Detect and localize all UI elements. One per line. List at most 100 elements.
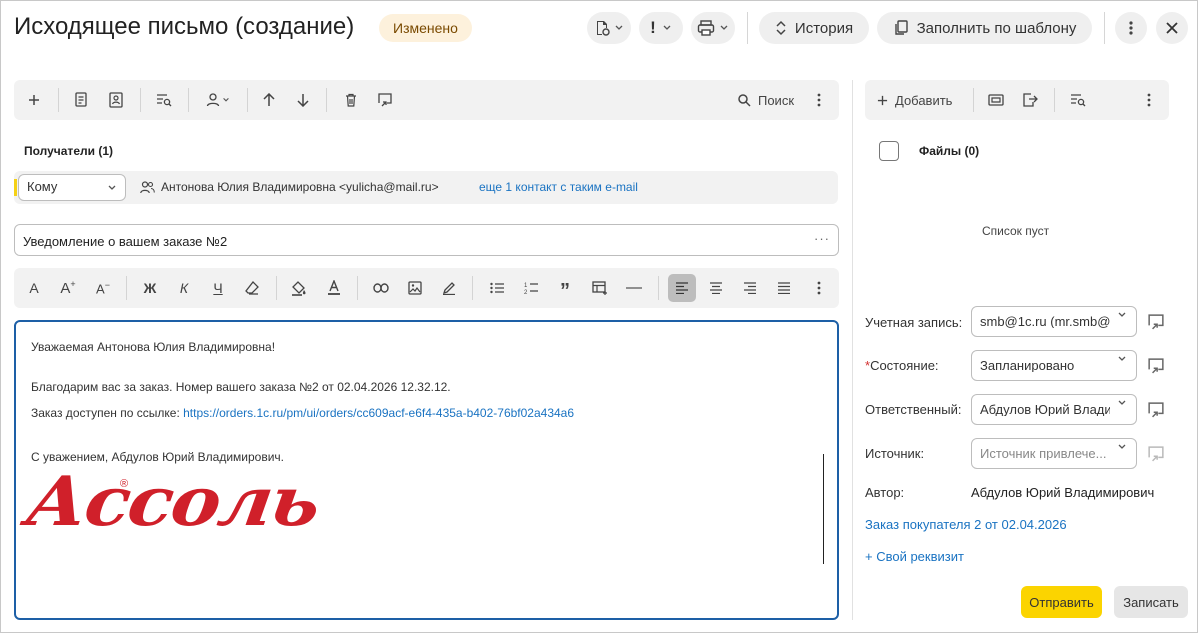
- text-caret: [823, 454, 824, 564]
- state-select[interactable]: Запланировано: [971, 350, 1137, 381]
- toolbar-divider: [126, 276, 127, 300]
- insert-table-button[interactable]: [590, 268, 610, 308]
- format-more-button[interactable]: [809, 268, 829, 308]
- add-button[interactable]: [24, 80, 44, 120]
- text-color-button[interactable]: [324, 268, 344, 308]
- open-external-icon: [378, 93, 392, 107]
- search-list-button[interactable]: [154, 80, 174, 120]
- insert-image-button[interactable]: [405, 268, 425, 308]
- quote-button[interactable]: ”: [555, 268, 575, 308]
- align-center-button[interactable]: [706, 268, 726, 308]
- chevron-down-icon: [615, 25, 623, 30]
- source-select[interactable]: Источник привлече...: [971, 438, 1137, 469]
- contact-card-button[interactable]: [106, 80, 126, 120]
- print-button[interactable]: [691, 12, 735, 44]
- order-url-link[interactable]: https://orders.1c.ru/pm/ui/orders/cc609a…: [183, 406, 574, 420]
- clear-format-button[interactable]: [242, 268, 262, 308]
- italic-button[interactable]: К: [174, 268, 194, 308]
- plus-icon: [877, 95, 888, 105]
- files-toolbar: Добавить: [865, 80, 1169, 120]
- chevron-down-icon: [663, 25, 671, 30]
- delete-button[interactable]: [341, 80, 361, 120]
- open-external-icon[interactable]: [1148, 314, 1164, 330]
- align-justify-icon: [778, 282, 790, 294]
- font-icon: A: [29, 280, 39, 296]
- files-more-button[interactable]: [1139, 80, 1159, 120]
- registered-mark: ®: [120, 478, 129, 490]
- numbered-list-button[interactable]: 12: [521, 268, 541, 308]
- open-external-icon[interactable]: [1148, 402, 1164, 418]
- fill-color-button[interactable]: [288, 268, 310, 308]
- send-button[interactable]: Отправить: [1021, 586, 1102, 618]
- document-menu-button[interactable]: [587, 12, 631, 44]
- toolbar-divider: [276, 276, 277, 300]
- history-button[interactable]: История: [759, 12, 869, 44]
- toolbar-divider: [140, 88, 141, 112]
- align-right-icon: [744, 282, 756, 294]
- font-increase-button[interactable]: A+: [56, 268, 80, 308]
- account-select[interactable]: smb@1c.ru (mr.smb@l: [971, 306, 1137, 337]
- list-search-icon: [1071, 94, 1086, 107]
- responsible-select[interactable]: Абдулов Юрий Влади: [971, 394, 1137, 425]
- importance-button[interactable]: !: [639, 12, 683, 44]
- recipient-type-select[interactable]: Кому: [18, 174, 126, 201]
- scan-button[interactable]: [985, 80, 1007, 120]
- recipient-type-value: Кому: [27, 179, 58, 194]
- search-button[interactable]: Поиск: [736, 80, 796, 120]
- contact-card-icon: [109, 92, 123, 108]
- exclamation-icon: !: [650, 18, 656, 37]
- search-label: Поиск: [757, 92, 795, 108]
- order-link[interactable]: Заказ покупателя 2 от 02.04.2026: [865, 517, 1067, 532]
- add-file-button[interactable]: Добавить: [877, 80, 971, 120]
- paint-bucket-icon: [292, 281, 306, 296]
- open-button[interactable]: [375, 80, 395, 120]
- empty-list-text: Список пуст: [982, 224, 1050, 238]
- align-left-button[interactable]: [668, 274, 696, 302]
- open-external-icon[interactable]: [1148, 358, 1164, 374]
- save-button[interactable]: Записать: [1114, 586, 1188, 618]
- subject-input[interactable]: Уведомление о вашем заказе №2 ···: [14, 224, 839, 256]
- toolbar-divider: [247, 88, 248, 112]
- author-value: Абдулов Юрий Владимирович: [971, 485, 1155, 500]
- more-vertical-icon: [817, 281, 821, 295]
- message-editor[interactable]: Уважаемая Антонова Юлия Владимировна! Бл…: [14, 320, 839, 620]
- contact-select-button[interactable]: [202, 80, 234, 120]
- arrow-up-icon: [263, 93, 275, 106]
- underline-button[interactable]: Ч: [208, 268, 228, 308]
- highlight-button[interactable]: [439, 268, 459, 308]
- bullet-list-button[interactable]: [487, 268, 507, 308]
- logo-text: Ассоль: [21, 462, 324, 542]
- font-button[interactable]: A: [24, 268, 44, 308]
- more-horizontal-icon[interactable]: ···: [814, 231, 830, 246]
- bold-button[interactable]: Ж: [140, 268, 160, 308]
- add-custom-field-link[interactable]: + Свой реквизит: [865, 549, 964, 564]
- state-value: Запланировано: [980, 359, 1075, 372]
- toolbar-more-button[interactable]: [809, 80, 829, 120]
- move-down-button[interactable]: [293, 80, 313, 120]
- add-file-label: Добавить: [895, 92, 953, 108]
- header-divider: [747, 12, 748, 44]
- insert-link-button[interactable]: [371, 268, 391, 308]
- close-button[interactable]: [1156, 12, 1188, 44]
- recipient-contact[interactable]: Антонова Юлия Владимировна <yulicha@mail…: [161, 180, 439, 194]
- font-decrease-button[interactable]: A−: [91, 268, 115, 308]
- select-all-checkbox[interactable]: [879, 141, 899, 161]
- align-right-button[interactable]: [740, 268, 760, 308]
- files-search-button[interactable]: [1067, 80, 1089, 120]
- pen-icon: [442, 282, 455, 295]
- fill-by-template-button[interactable]: Заполнить по шаблону: [877, 12, 1092, 44]
- svg-text:2: 2: [524, 290, 528, 295]
- document-list-icon: [75, 92, 87, 107]
- toolbar-divider: [58, 88, 59, 112]
- document-list-button[interactable]: [72, 80, 92, 120]
- export-file-button[interactable]: [1019, 80, 1041, 120]
- arrow-down-icon: [297, 94, 309, 107]
- align-justify-button[interactable]: [774, 268, 794, 308]
- more-actions-button[interactable]: [1115, 12, 1147, 44]
- horizontal-rule-button[interactable]: [623, 268, 645, 308]
- more-contacts-link[interactable]: еще 1 контакт с таким e-mail: [479, 180, 638, 194]
- move-up-button[interactable]: [259, 80, 279, 120]
- chevron-down-icon: [1118, 400, 1126, 405]
- user-icon: [206, 93, 220, 107]
- quote-icon: ”: [560, 280, 570, 302]
